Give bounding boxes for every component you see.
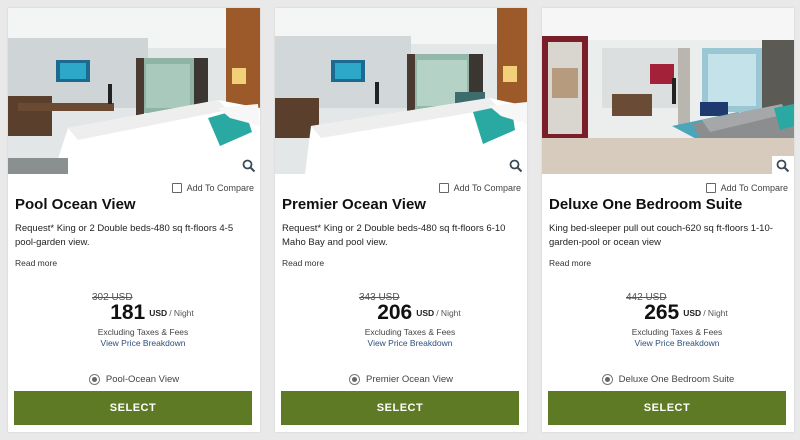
nightly-price: 181 (110, 301, 146, 324)
zoom-button[interactable] (505, 156, 527, 174)
compare-label: Add To Compare (186, 183, 254, 193)
search-icon (776, 159, 790, 173)
original-price: 302 USD (92, 292, 133, 303)
rate-option-label: Deluxe One Bedroom Suite (618, 374, 735, 385)
room-description: Request* King or 2 Double beds-480 sq ft… (15, 223, 234, 248)
select-button[interactable]: SELECT (14, 391, 252, 425)
currency: USD (416, 308, 435, 318)
zoom-button[interactable] (772, 156, 794, 174)
per-night: / Night (436, 308, 461, 318)
per-night: / Night (169, 308, 194, 318)
rate-option-label: Premier Ocean View (366, 374, 453, 385)
currency: USD (683, 308, 702, 318)
zoom-button[interactable] (238, 156, 260, 174)
select-button[interactable]: SELECT (548, 391, 786, 425)
room-description: Request* King or 2 Double beds-480 sq ft… (282, 223, 506, 248)
room-cards: Add To Compare Pool Ocean View Request* … (0, 0, 800, 440)
price-breakdown-link[interactable]: View Price Breakdown (101, 338, 186, 348)
room-description: King bed-sleeper pull out couch-620 sq f… (549, 223, 773, 248)
search-icon (242, 159, 256, 173)
add-to-compare[interactable]: Add To Compare (171, 183, 254, 193)
per-night: / Night (703, 308, 728, 318)
nightly-price: 206 (377, 301, 413, 324)
room-title: Premier Ocean View (282, 196, 426, 213)
add-to-compare[interactable]: Add To Compare (438, 183, 521, 193)
compare-checkbox[interactable] (171, 183, 182, 193)
rate-option[interactable]: Premier Ocean View (275, 374, 527, 385)
original-price: 442 USD (626, 292, 667, 303)
compare-label: Add To Compare (453, 183, 521, 193)
room-card: Add To Compare Premier Ocean View Reques… (275, 8, 527, 432)
select-button[interactable]: SELECT (281, 391, 519, 425)
room-title: Deluxe One Bedroom Suite (549, 196, 743, 213)
radio-selected-icon[interactable] (601, 374, 613, 385)
currency: USD (149, 308, 168, 318)
room-card: Add To Compare Deluxe One Bedroom Suite … (542, 8, 794, 432)
search-icon (509, 159, 523, 173)
radio-selected-icon[interactable] (349, 374, 361, 385)
taxes-note: Excluding Taxes & Fees (631, 327, 723, 337)
read-more-link[interactable]: Read more (282, 258, 324, 268)
price-breakdown-link[interactable]: View Price Breakdown (635, 338, 720, 348)
radio-selected-icon[interactable] (88, 374, 100, 385)
room-card: Add To Compare Pool Ocean View Request* … (8, 8, 260, 432)
taxes-note: Excluding Taxes & Fees (364, 327, 456, 337)
compare-label: Add To Compare (720, 183, 788, 193)
price-block: 442 USD 265 USD / Night Excluding Taxes … (542, 292, 794, 348)
compare-checkbox[interactable] (705, 183, 716, 193)
room-title: Pool Ocean View (15, 196, 136, 213)
rate-option[interactable]: Pool-Ocean View (8, 374, 260, 385)
price-block: 343 USD 206 USD / Night Excluding Taxes … (275, 292, 527, 348)
rate-option[interactable]: Deluxe One Bedroom Suite (542, 374, 794, 385)
room-photo[interactable] (8, 8, 260, 174)
read-more-link[interactable]: Read more (15, 258, 57, 268)
room-photo[interactable] (542, 8, 794, 174)
nightly-price: 265 (644, 301, 680, 324)
original-price: 343 USD (359, 292, 400, 303)
price-block: 302 USD 181 USD / Night Excluding Taxes … (8, 292, 260, 348)
price-breakdown-link[interactable]: View Price Breakdown (368, 338, 453, 348)
taxes-note: Excluding Taxes & Fees (97, 327, 189, 337)
room-photo[interactable] (275, 8, 527, 174)
add-to-compare[interactable]: Add To Compare (705, 183, 788, 193)
read-more-link[interactable]: Read more (549, 258, 591, 268)
compare-checkbox[interactable] (438, 183, 449, 193)
rate-option-label: Pool-Ocean View (105, 374, 180, 385)
